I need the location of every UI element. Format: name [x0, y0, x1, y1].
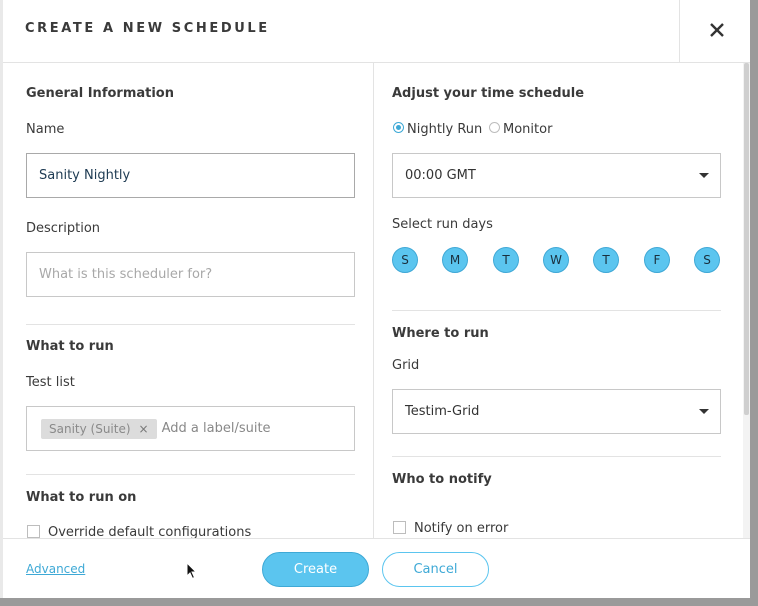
test-list-field[interactable]: Sanity (Suite) × Add a label/suite	[26, 406, 355, 451]
section-divider	[392, 310, 721, 311]
notify-on-error-checkbox[interactable]	[393, 521, 406, 534]
modal-header: CREATE A NEW SCHEDULE	[3, 0, 750, 63]
close-icon[interactable]	[706, 19, 728, 41]
time-select[interactable]: 00:00 GMT	[392, 153, 721, 198]
nightly-run-label: Nightly Run	[407, 122, 483, 137]
where-to-run-heading: Where to run	[392, 326, 489, 341]
section-divider	[26, 324, 355, 325]
day-thursday[interactable]: T	[593, 247, 619, 273]
name-value: Sanity Nightly	[39, 168, 131, 183]
run-days-label: Select run days	[392, 217, 493, 232]
description-placeholder: What is this scheduler for?	[39, 267, 213, 282]
modal-footer: Advanced Create Cancel	[3, 538, 750, 599]
section-divider	[392, 456, 721, 457]
day-monday[interactable]: M	[442, 247, 468, 273]
chevron-down-icon	[699, 408, 709, 414]
close-button[interactable]	[679, 0, 751, 62]
what-to-run-on-heading: What to run on	[26, 490, 137, 505]
time-value: 00:00 GMT	[405, 168, 476, 183]
test-list-tag: Sanity (Suite) ×	[41, 418, 157, 439]
advanced-link[interactable]: Advanced	[26, 562, 85, 576]
chevron-down-icon	[699, 172, 709, 178]
description-field[interactable]: What is this scheduler for?	[26, 252, 355, 297]
name-field[interactable]: Sanity Nightly	[26, 153, 355, 198]
grid-value: Testim-Grid	[405, 404, 480, 419]
grid-label: Grid	[392, 358, 420, 373]
column-divider	[373, 63, 374, 538]
scrollbar[interactable]	[743, 63, 750, 538]
create-button[interactable]: Create	[262, 552, 369, 587]
section-divider	[26, 474, 355, 475]
notify-on-error-label: Notify on error	[414, 521, 509, 536]
tag-label: Sanity (Suite)	[49, 421, 131, 436]
name-label: Name	[26, 122, 65, 137]
mouse-pointer-icon	[186, 562, 198, 580]
grid-select[interactable]: Testim-Grid	[392, 389, 721, 434]
general-information-heading: General Information	[26, 86, 174, 101]
create-schedule-modal: CREATE A NEW SCHEDULE General Informatio…	[3, 0, 750, 599]
monitor-radio[interactable]	[489, 122, 500, 133]
modal-title: CREATE A NEW SCHEDULE	[25, 21, 270, 36]
override-checkbox[interactable]	[27, 525, 40, 538]
nightly-run-radio[interactable]	[393, 122, 404, 133]
scrollbar-thumb[interactable]	[744, 63, 749, 415]
time-schedule-heading: Adjust your time schedule	[392, 86, 585, 101]
what-to-run-heading: What to run	[26, 339, 114, 354]
cancel-button[interactable]: Cancel	[382, 552, 489, 587]
remove-tag-icon[interactable]: ×	[139, 422, 149, 436]
day-saturday[interactable]: S	[694, 247, 720, 273]
who-to-notify-heading: Who to notify	[392, 472, 492, 487]
day-tuesday[interactable]: T	[493, 247, 519, 273]
description-label: Description	[26, 221, 101, 236]
day-wednesday[interactable]: W	[543, 247, 569, 273]
test-list-label: Test list	[26, 375, 75, 390]
monitor-label: Monitor	[503, 122, 553, 137]
day-friday[interactable]: F	[644, 247, 670, 273]
test-list-placeholder: Add a label/suite	[161, 421, 271, 436]
backdrop-right-edge	[750, 0, 758, 606]
backdrop-bottom-edge	[0, 598, 758, 606]
day-sunday[interactable]: S	[392, 247, 418, 273]
